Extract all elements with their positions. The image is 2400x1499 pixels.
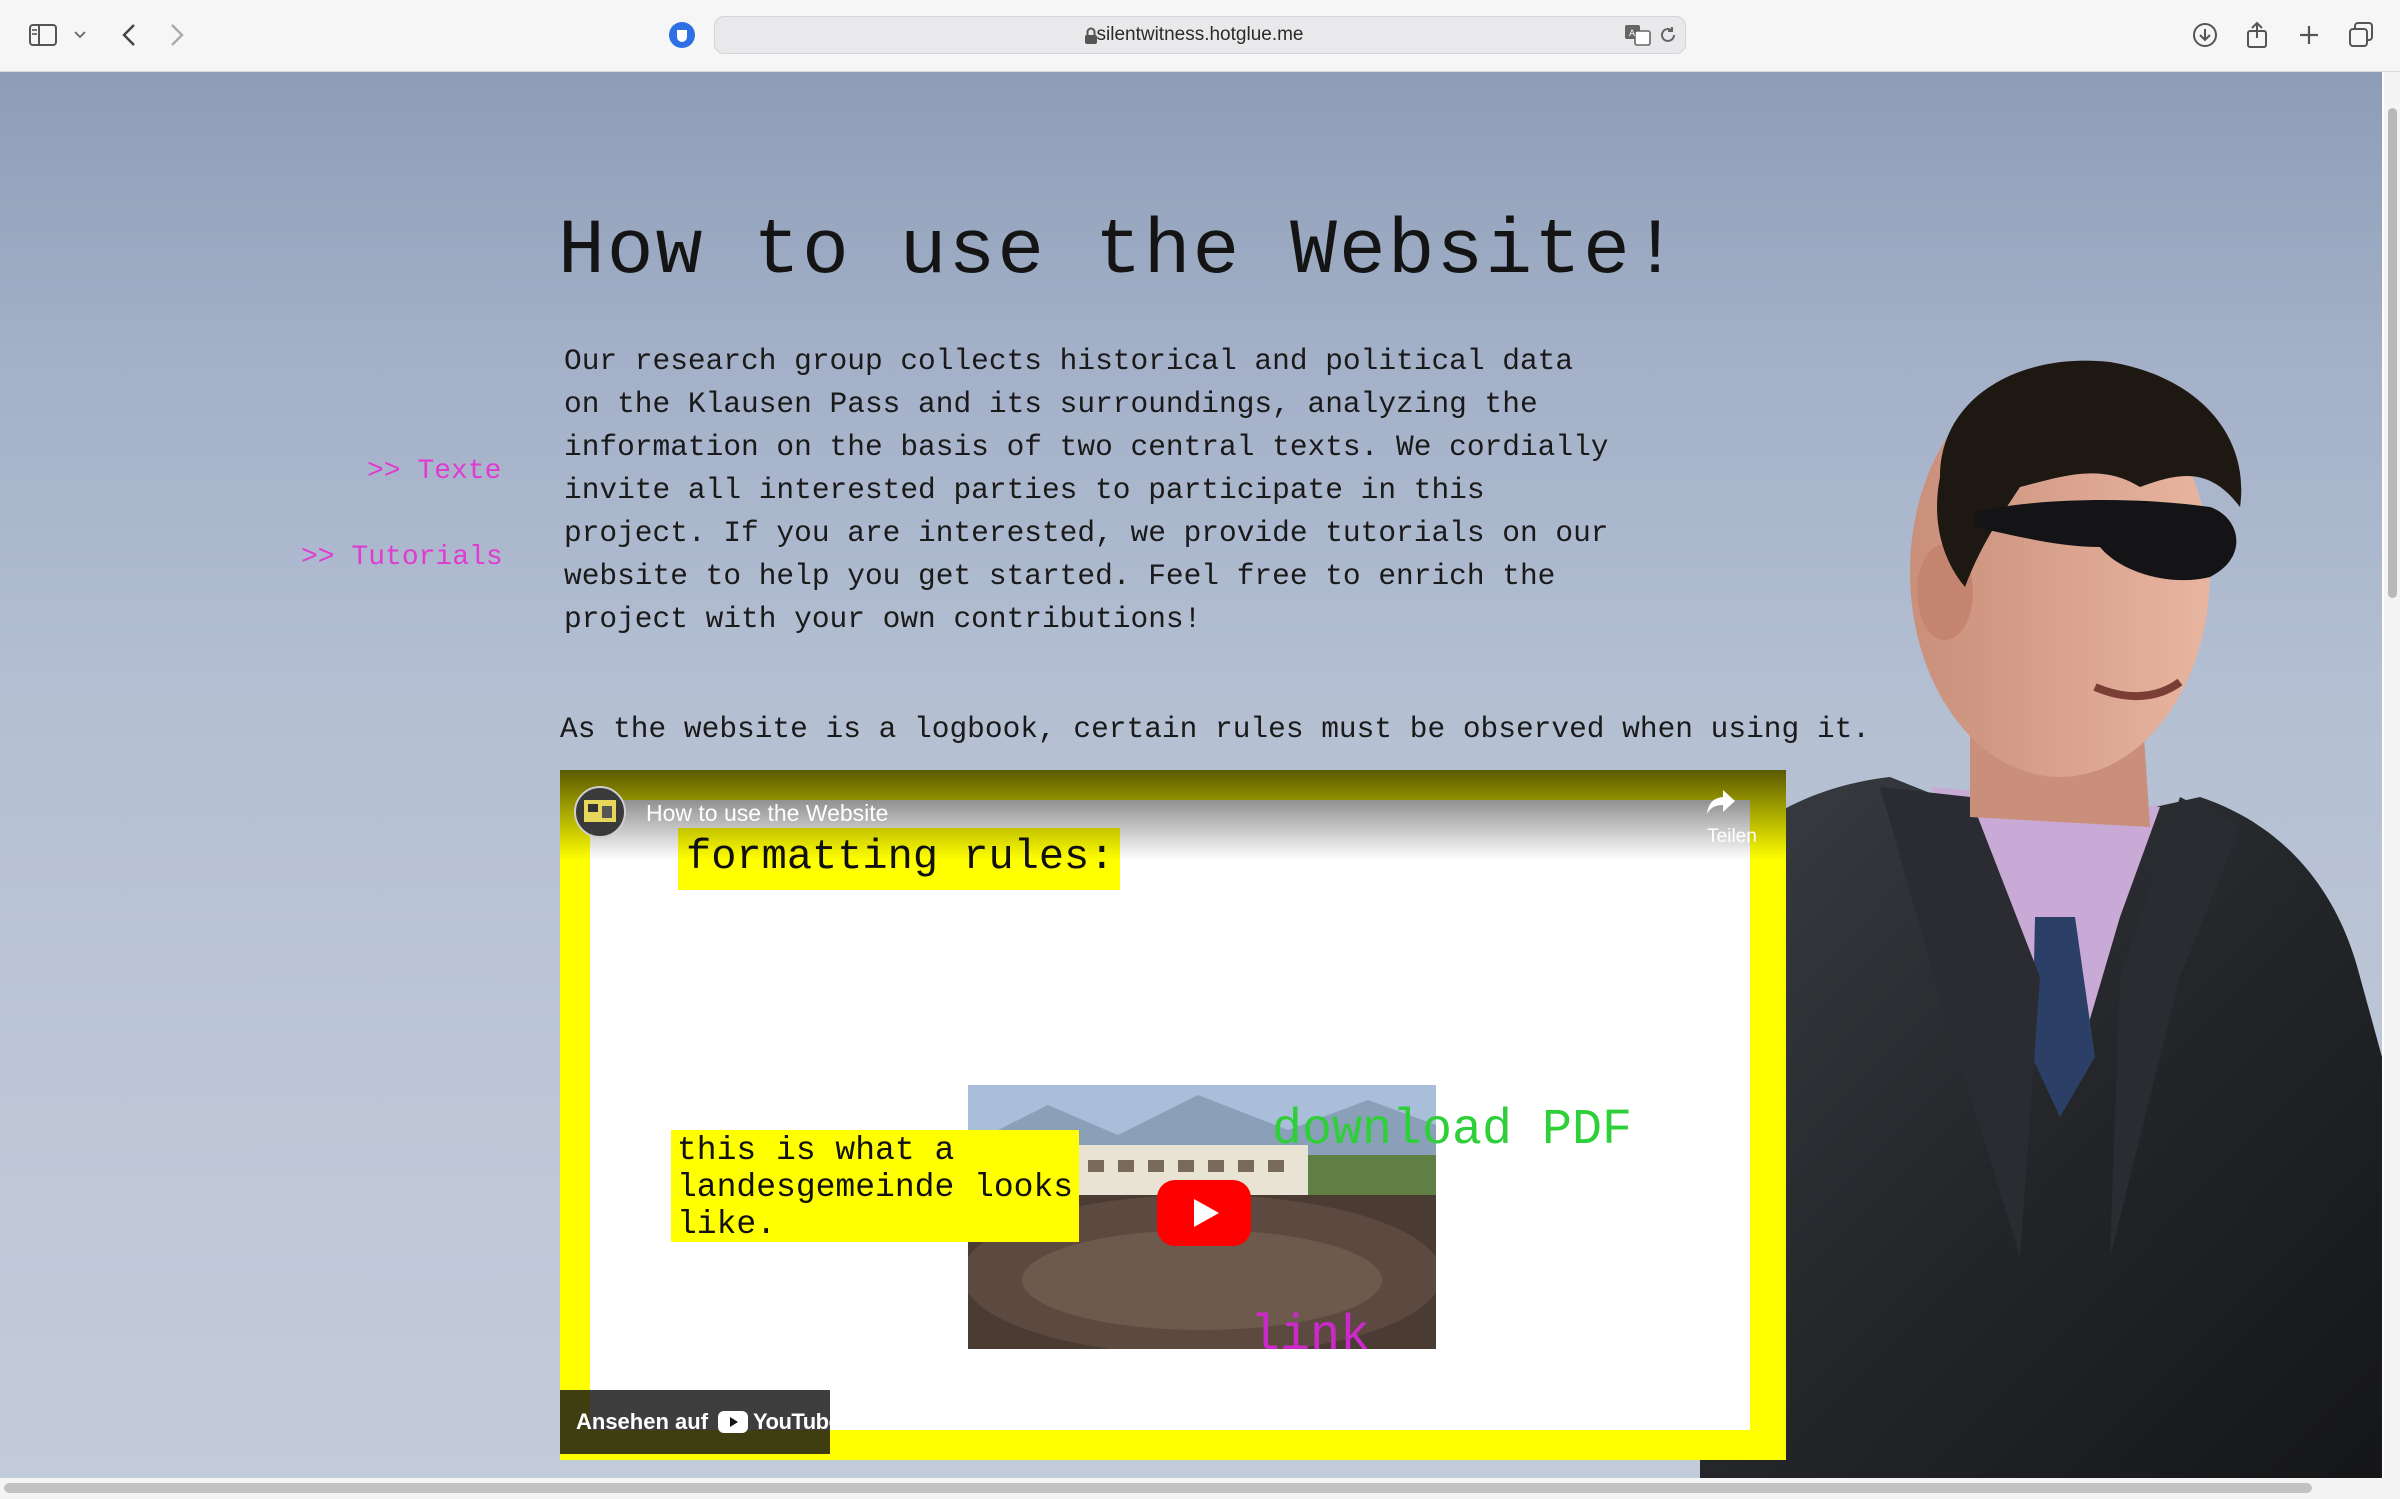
url-text: silentwitness.hotglue.me xyxy=(1096,24,1304,45)
address-bar[interactable]: silentwitness.hotglue.me xyxy=(714,16,1686,54)
horizontal-scrollbar[interactable] xyxy=(0,1478,2400,1499)
vertical-scroll-thumb[interactable] xyxy=(2388,108,2397,598)
share-icon[interactable] xyxy=(2242,16,2272,54)
youtube-wordmark: YouTube xyxy=(753,1409,841,1434)
horizontal-scroll-thumb[interactable] xyxy=(4,1483,2312,1493)
forward-icon[interactable] xyxy=(162,16,192,54)
svg-text:A: A xyxy=(1629,29,1636,39)
lock-icon xyxy=(1084,27,1098,50)
download-icon[interactable] xyxy=(2190,16,2220,54)
page-title: How to use the Website! xyxy=(558,208,1681,296)
link-label: link xyxy=(1250,1308,1371,1365)
nav-link-texte[interactable]: >> Texte xyxy=(367,456,501,487)
watch-on-label: Ansehen auf xyxy=(576,1409,709,1434)
privacy-shield-icon[interactable] xyxy=(666,16,698,54)
reload-icon[interactable] xyxy=(1658,25,1678,50)
vertical-scrollbar[interactable] xyxy=(2384,72,2400,1478)
tab-overview-icon[interactable] xyxy=(2346,16,2376,54)
rules-paragraph: As the website is a logbook, certain rul… xyxy=(560,712,1871,746)
video-title[interactable]: How to use the Website xyxy=(646,800,888,827)
sidebar-icon[interactable] xyxy=(26,16,60,54)
translate-icon[interactable]: A xyxy=(1624,24,1652,51)
browser-toolbar: silentwitness.hotglue.me A xyxy=(0,0,2400,72)
new-tab-icon[interactable] xyxy=(2294,16,2324,54)
video-header: How to use the Website Teilen xyxy=(560,770,1786,860)
channel-avatar[interactable] xyxy=(574,786,626,838)
chevron-down-icon[interactable] xyxy=(72,16,88,54)
back-icon[interactable] xyxy=(114,16,144,54)
video-frame: formatting rules: xyxy=(590,800,1750,1430)
share-arrow-icon[interactable] xyxy=(1705,788,1737,821)
intro-paragraph: Our research group collects historical a… xyxy=(564,344,1609,636)
youtube-embed[interactable]: formatting rules: xyxy=(560,770,1786,1460)
watch-on-youtube-button[interactable]: Ansehen auf YouTube xyxy=(560,1390,841,1454)
download-pdf-label: download PDF xyxy=(1272,1102,1633,1159)
play-button-icon[interactable] xyxy=(1157,1180,1251,1246)
youtube-logo-icon: YouTube xyxy=(718,1409,841,1434)
share-label[interactable]: Teilen xyxy=(1696,826,1768,848)
page-content: How to use the Website! >> Texte >> Tuto… xyxy=(0,72,2382,1478)
nav-link-tutorials[interactable]: >> Tutorials xyxy=(301,542,503,573)
landesgemeinde-label: this is what a landesgemeinde looks like… xyxy=(671,1130,1079,1243)
